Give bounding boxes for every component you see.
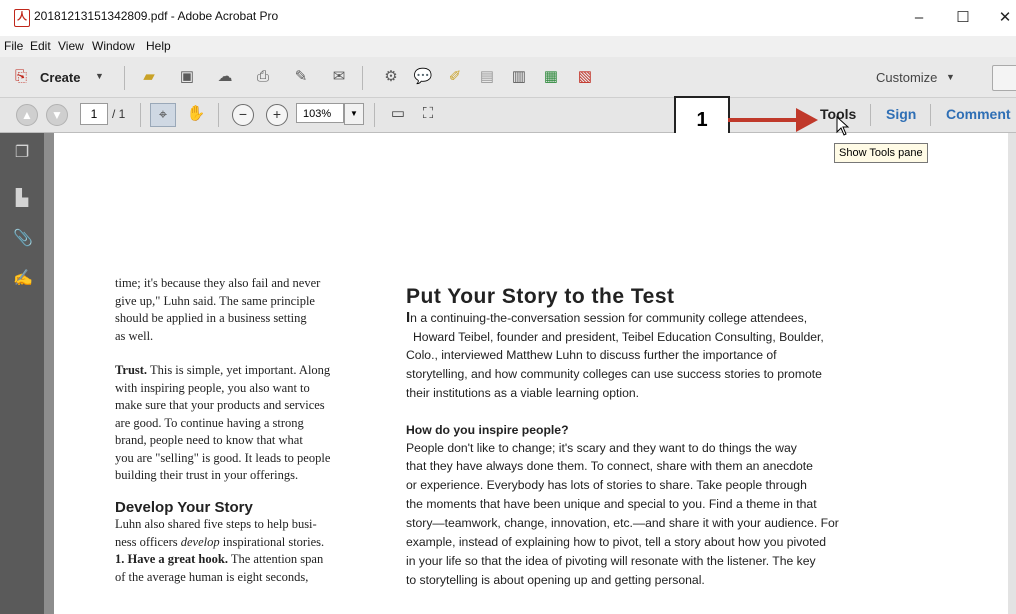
email-icon[interactable]: ✉ bbox=[328, 66, 350, 88]
sign-link[interactable]: Sign bbox=[886, 106, 916, 122]
bookmark-icon[interactable]: ▙ bbox=[13, 189, 31, 209]
trust-heading: Trust. bbox=[115, 363, 148, 377]
menu-bar: File Edit View Window Help bbox=[0, 36, 1016, 58]
minimize-button[interactable]: – bbox=[904, 6, 934, 30]
window-title: 20181213151342809.pdf - Adobe Acrobat Pr… bbox=[34, 9, 279, 23]
title-bar: 人 20181213151342809.pdf - Adobe Acrobat … bbox=[0, 0, 1016, 36]
create-dropdown-icon[interactable]: ▼ bbox=[95, 71, 104, 81]
toolbar-separator bbox=[218, 103, 219, 127]
develop-story-heading: Develop Your Story bbox=[115, 498, 253, 516]
zoom-input[interactable]: 103% bbox=[296, 103, 344, 123]
fit-page-icon[interactable]: ▭ bbox=[386, 103, 410, 125]
edit-icon[interactable]: ✎ bbox=[290, 66, 312, 88]
customize-button[interactable]: Customize bbox=[876, 70, 937, 85]
select-tool-icon[interactable]: ⌖ bbox=[150, 103, 176, 127]
menu-edit[interactable]: Edit bbox=[30, 39, 51, 53]
toolbar-separator bbox=[140, 103, 141, 127]
pdf-page: time; it's because they also fail and ne… bbox=[54, 133, 1008, 614]
toolbar-separator bbox=[374, 103, 375, 127]
maximize-button[interactable]: ☐ bbox=[948, 6, 978, 30]
attachment-icon[interactable]: 📎 bbox=[13, 229, 33, 249]
settings-icon[interactable]: ⚙ bbox=[380, 66, 402, 88]
next-page-icon[interactable]: ▼ bbox=[46, 104, 68, 126]
menu-window[interactable]: Window bbox=[92, 39, 135, 53]
open-folder-icon[interactable]: ▰ bbox=[138, 66, 160, 88]
page-total: / 1 bbox=[112, 107, 126, 121]
intro-paragraph: In a continuing-the-conversation session… bbox=[406, 309, 824, 400]
close-button[interactable]: ✕ bbox=[990, 6, 1016, 30]
article-heading: Put Your Story to the Test bbox=[406, 285, 675, 308]
menu-view[interactable]: View bbox=[58, 39, 84, 53]
document-icon[interactable]: ▤ bbox=[476, 66, 498, 88]
zoom-in-icon[interactable]: + bbox=[266, 104, 288, 126]
navigation-toolbar: ▲ ▼ 1 / 1 ⌖ ✋ − + 103% ▼ ▭ ⛶ Tools Sign … bbox=[0, 98, 1016, 133]
hand-tool-icon[interactable]: ✋ bbox=[184, 103, 208, 125]
previous-page-icon[interactable]: ▲ bbox=[16, 104, 38, 126]
fit-width-icon[interactable]: ⛶ bbox=[416, 103, 440, 125]
highlight-icon[interactable]: ✐ bbox=[444, 66, 466, 88]
left-paragraph-3: Luhn also shared five steps to help busi… bbox=[115, 517, 325, 584]
customize-dropdown-icon[interactable]: ▼ bbox=[946, 72, 955, 82]
create-pdf-icon[interactable]: ⎘ bbox=[10, 66, 32, 88]
toolbar-separator bbox=[870, 104, 871, 126]
zoom-dropdown-icon[interactable]: ▼ bbox=[344, 103, 364, 125]
right-column: Put Your Story to the Test In a continui… bbox=[406, 285, 926, 590]
left-paragraph-2: Trust. This is simple, yet important. Al… bbox=[115, 363, 331, 482]
comment-link[interactable]: Comment bbox=[946, 106, 1011, 122]
answer-paragraph: People don't like to change; it's scary … bbox=[406, 440, 839, 587]
toolbar-separator bbox=[930, 104, 931, 126]
navigation-pane: ❐ ▙ 📎 ✍ bbox=[0, 133, 44, 614]
question-heading: How do you inspire people? bbox=[406, 422, 569, 437]
toolbar-separator bbox=[124, 66, 125, 90]
zoom-out-icon[interactable]: − bbox=[232, 104, 254, 126]
signature-icon[interactable]: ✍ bbox=[13, 269, 33, 289]
toolbar-separator bbox=[362, 66, 363, 90]
pages-icon[interactable]: ❐ bbox=[13, 143, 31, 163]
cloud-upload-icon[interactable]: ☁ bbox=[214, 66, 236, 88]
left-column: time; it's because they also fail and ne… bbox=[115, 275, 385, 586]
document-edit-icon[interactable]: ▧ bbox=[574, 66, 596, 88]
save-icon[interactable]: ▣ bbox=[176, 66, 198, 88]
print-icon[interactable]: ⎙ bbox=[252, 66, 274, 88]
hook-heading: 1. Have a great hook. bbox=[115, 552, 228, 566]
tools-tooltip: Show Tools pane bbox=[834, 143, 928, 163]
callout-arrow bbox=[728, 108, 818, 132]
document-search-icon[interactable]: ▥ bbox=[508, 66, 530, 88]
acrobat-app-icon: 人 bbox=[14, 9, 30, 27]
document-export-icon[interactable]: ▦ bbox=[540, 66, 562, 88]
comment-icon[interactable]: 💬 bbox=[412, 66, 434, 88]
main-toolbar: ⎘ Create ▼ ▰ ▣ ☁ ⎙ ✎ ✉ ⚙ 💬 ✐ ▤ ▥ ▦ ▧ Cus… bbox=[0, 57, 1016, 98]
page-number-input[interactable]: 1 bbox=[80, 103, 108, 125]
left-paragraph-1: time; it's because they also fail and ne… bbox=[115, 276, 321, 343]
expand-icon[interactable] bbox=[992, 65, 1016, 91]
mouse-cursor-icon bbox=[836, 116, 850, 136]
create-button[interactable]: Create bbox=[40, 70, 80, 85]
vertical-scrollbar[interactable] bbox=[1008, 133, 1016, 614]
menu-help[interactable]: Help bbox=[146, 39, 171, 53]
menu-file[interactable]: File bbox=[4, 39, 23, 53]
